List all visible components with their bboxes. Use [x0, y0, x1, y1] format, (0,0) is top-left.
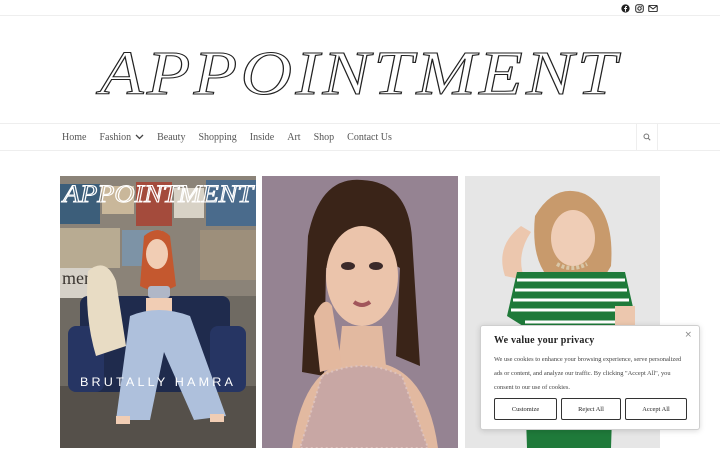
instagram-icon[interactable] — [634, 3, 644, 13]
nav-label: Fashion — [99, 131, 132, 143]
reject-all-button[interactable]: Reject All — [561, 398, 621, 420]
site-logo[interactable]: APPOINTMENT — [0, 30, 720, 110]
nav-label: Art — [287, 131, 301, 143]
nav-label: Contact Us — [347, 131, 392, 143]
nav-label: Inside — [249, 131, 275, 143]
cover-title: APPOINTMENT — [61, 181, 256, 208]
nav-label: Home — [62, 131, 87, 143]
nav-items: Home Fashion Beauty Shopping Inside Art … — [62, 124, 405, 150]
accept-all-button[interactable]: Accept All — [625, 398, 687, 420]
nav-item-beauty[interactable]: Beauty — [157, 132, 185, 143]
nav-label: Beauty — [157, 131, 186, 143]
search-button[interactable] — [636, 124, 658, 150]
nav-item-shop[interactable]: Shop — [314, 132, 335, 143]
close-icon[interactable]: × — [684, 330, 692, 340]
portrait-image — [262, 176, 458, 448]
top-bar — [0, 0, 720, 16]
nav-label: Shopping — [198, 131, 237, 143]
cookie-text: We use cookies to enhance your browsing … — [494, 356, 682, 391]
mail-icon[interactable] — [648, 3, 658, 13]
nav-item-inside[interactable]: Inside — [250, 132, 274, 143]
nav-item-fashion[interactable]: Fashion — [99, 132, 144, 143]
cookie-consent-dialog: × We value your privacy We use cookies t… — [480, 325, 700, 430]
cookie-buttons: Customize Reject All Accept All — [494, 398, 687, 420]
cover-image: men APPOINTMENT BRUTALLY HAMRA — [60, 176, 256, 448]
customize-button[interactable]: Customize — [494, 398, 557, 420]
article-card-beauty[interactable] — [262, 176, 458, 448]
search-icon — [643, 128, 651, 146]
chevron-down-icon — [135, 134, 144, 140]
cover-subtitle: BRUTALLY HAMRA — [80, 375, 236, 389]
main-nav: Home Fashion Beauty Shopping Inside Art … — [0, 123, 720, 151]
nav-item-contact-us[interactable]: Contact Us — [347, 132, 392, 143]
social-links — [620, 3, 658, 13]
facebook-icon[interactable] — [620, 3, 630, 13]
nav-item-shopping[interactable]: Shopping — [198, 132, 236, 143]
cookie-title: We value your privacy — [494, 335, 595, 346]
logo-text: APPOINTMENT — [95, 40, 621, 108]
article-card-cover[interactable]: men APPOINTMENT BRUTALLY HAMRA — [60, 176, 256, 448]
nav-item-home[interactable]: Home — [62, 132, 86, 143]
nav-label: Shop — [313, 131, 335, 143]
nav-item-art[interactable]: Art — [287, 132, 300, 143]
